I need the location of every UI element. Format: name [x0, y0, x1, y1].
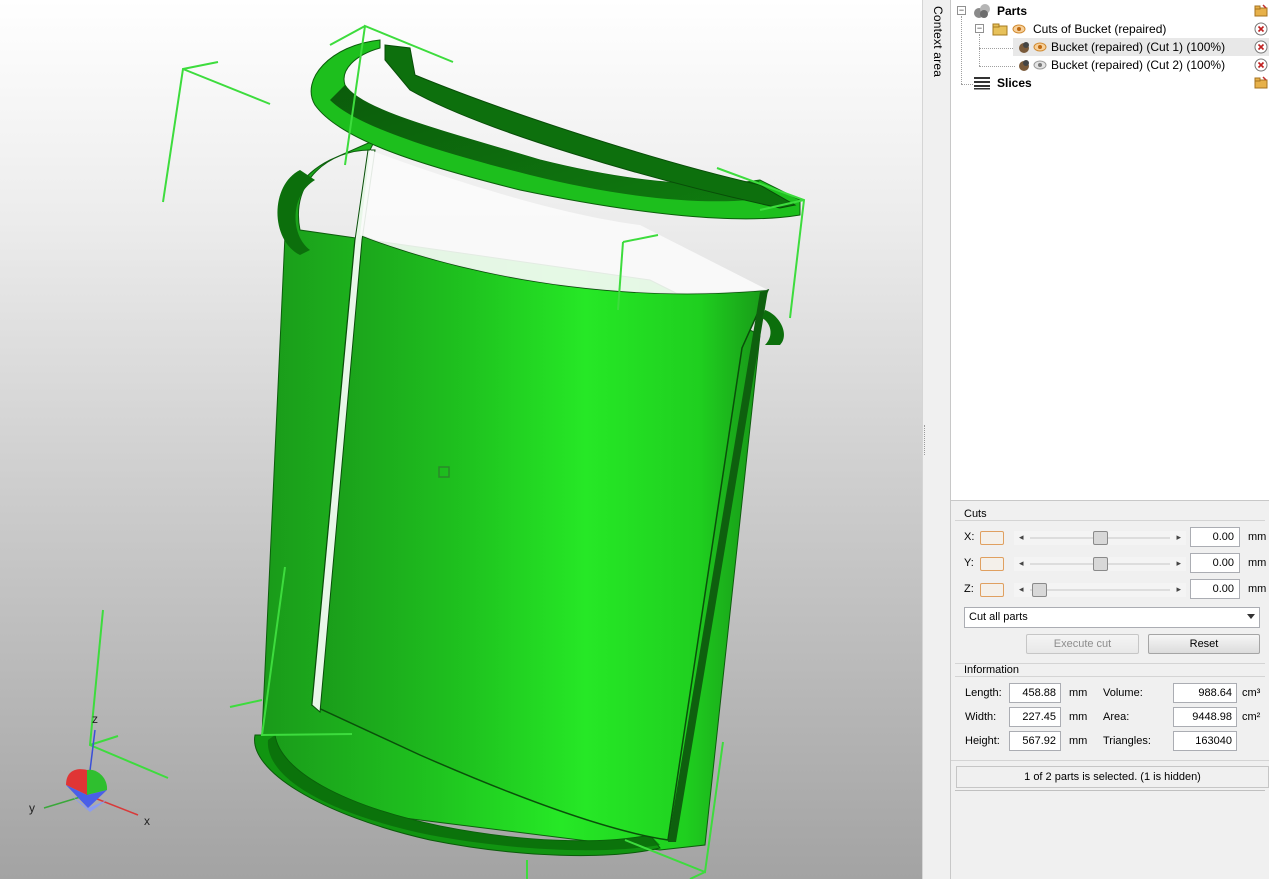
- eye-icon[interactable]: [1012, 22, 1026, 36]
- cut-z-slider[interactable]: ◂ ▸: [1014, 583, 1186, 597]
- execute-cut-button[interactable]: Execute cut: [1026, 634, 1139, 654]
- cut-z-unit: mm: [1248, 583, 1267, 595]
- cut-z-label: Z:: [964, 583, 974, 595]
- folder-icon: [992, 23, 1008, 36]
- cuts-title: Cuts: [964, 508, 990, 520]
- tree-item-slices[interactable]: Slices: [951, 74, 1269, 92]
- slider-thumb[interactable]: [1092, 557, 1108, 571]
- cut-y-color-swatch[interactable]: [980, 557, 1004, 571]
- height-label: Height:: [965, 735, 1000, 747]
- cut-mode-value: Cut all parts: [969, 611, 1028, 623]
- arrow-right-icon[interactable]: ▸: [1176, 532, 1181, 543]
- cut-y-row: Y: ◂ ▸ 0.00 mm: [964, 553, 1267, 575]
- width-unit: mm: [1069, 711, 1088, 723]
- eye-icon[interactable]: [1033, 40, 1047, 54]
- chevron-down-icon: [1247, 614, 1255, 619]
- group-separator: [955, 676, 1265, 677]
- arrow-left-icon[interactable]: ◂: [1019, 584, 1024, 595]
- cut-y-unit: mm: [1248, 557, 1267, 569]
- collapse-icon[interactable]: −: [975, 24, 984, 33]
- length-label: Length:: [965, 687, 1002, 699]
- height-value: 567.92: [1009, 731, 1061, 751]
- cut-x-unit: mm: [1248, 531, 1267, 543]
- slider-track: [1030, 589, 1170, 591]
- part-icon: [1019, 42, 1029, 53]
- cut-x-slider[interactable]: ◂ ▸: [1014, 531, 1186, 545]
- cut-z-value[interactable]: 0.00: [1190, 579, 1240, 599]
- model-scene[interactable]: z x y: [0, 0, 922, 879]
- remove-icon[interactable]: [1254, 22, 1268, 36]
- information-title: Information: [964, 664, 1023, 676]
- slider-thumb[interactable]: [1092, 531, 1108, 545]
- tree-item-label: Cuts of Bucket (repaired): [1033, 22, 1167, 36]
- width-value: 227.45: [1009, 707, 1061, 727]
- reset-button[interactable]: Reset: [1148, 634, 1260, 654]
- bucket-handle-right: [762, 310, 785, 345]
- group-separator: [955, 790, 1265, 791]
- remove-icon[interactable]: [1254, 58, 1268, 72]
- selection-status: 1 of 2 parts is selected. (1 is hidden): [956, 766, 1269, 788]
- axis-x-label: x: [144, 814, 150, 828]
- area-value: 9448.98: [1173, 707, 1237, 727]
- volume-label: Volume:: [1103, 687, 1143, 699]
- area-label: Area:: [1103, 711, 1130, 723]
- group-separator: [951, 760, 1269, 761]
- group-separator: [955, 520, 1265, 521]
- arrow-left-icon[interactable]: ◂: [1019, 532, 1024, 543]
- eye-hidden-icon[interactable]: [1033, 58, 1047, 72]
- length-value: 458.88: [1009, 683, 1061, 703]
- remove-icon[interactable]: [1254, 40, 1268, 54]
- tree-item-cuts-group[interactable]: − Cuts of Bucket (repaired): [951, 20, 1269, 38]
- volume-value: 988.64: [1173, 683, 1237, 703]
- folder-open-icon[interactable]: [1254, 4, 1268, 18]
- height-unit: mm: [1069, 735, 1088, 747]
- area-unit: cm²: [1242, 711, 1261, 723]
- cut-mode-select[interactable]: Cut all parts: [964, 607, 1260, 628]
- axis-z-label: z: [92, 712, 98, 726]
- tree-item-label: Bucket (repaired) (Cut 2) (100%): [1051, 58, 1226, 72]
- tree-item-cut-2[interactable]: Bucket (repaired) (Cut 2) (100%): [1013, 56, 1269, 74]
- axis-indicator: z x y: [29, 712, 150, 828]
- cut-x-value[interactable]: 0.00: [1190, 527, 1240, 547]
- tree-item-label: Bucket (repaired) (Cut 1) (100%): [1051, 40, 1226, 54]
- triangles-value: 163040: [1173, 731, 1237, 751]
- 3d-viewport[interactable]: z x y: [0, 0, 922, 879]
- tree-item-label: Slices: [997, 76, 1032, 90]
- folder-open-icon[interactable]: [1254, 76, 1268, 90]
- tree-item-parts[interactable]: − Parts: [951, 2, 1269, 20]
- cut-z-color-swatch[interactable]: [980, 583, 1004, 597]
- triangles-label: Triangles:: [1103, 735, 1151, 747]
- volume-unit: cm³: [1242, 687, 1261, 699]
- slices-icon: [974, 77, 990, 90]
- slider-thumb[interactable]: [1032, 583, 1047, 597]
- tree-item-label: Parts: [997, 4, 1028, 18]
- cut-x-label: X:: [964, 531, 975, 543]
- width-label: Width:: [965, 711, 997, 723]
- axis-y-label: y: [29, 801, 35, 815]
- collapse-icon[interactable]: −: [957, 6, 966, 15]
- right-panel: − Parts − Cuts of Bucket (repaired) Buck…: [951, 0, 1269, 879]
- arrow-right-icon[interactable]: ▸: [1176, 584, 1181, 595]
- part-icon: [1019, 60, 1029, 71]
- arrow-right-icon[interactable]: ▸: [1176, 558, 1181, 569]
- cut-y-value[interactable]: 0.00: [1190, 553, 1240, 573]
- arrow-left-icon[interactable]: ◂: [1019, 558, 1024, 569]
- tree-item-cut-1[interactable]: Bucket (repaired) (Cut 1) (100%): [1013, 38, 1269, 56]
- length-unit: mm: [1069, 687, 1088, 699]
- tree-line: [979, 34, 980, 66]
- parts-icon: [974, 4, 990, 18]
- splitter-grip[interactable]: [924, 425, 927, 455]
- cut-y-slider[interactable]: ◂ ▸: [1014, 557, 1186, 571]
- cut-x-color-swatch[interactable]: [980, 531, 1004, 545]
- cut-x-row: X: ◂ ▸ 0.00 mm: [964, 527, 1267, 549]
- cut-z-row: Z: ◂ ▸ 0.00 mm: [964, 579, 1267, 601]
- tree-line: [979, 48, 1015, 49]
- parts-tree[interactable]: − Parts − Cuts of Bucket (repaired) Buck…: [951, 0, 1269, 501]
- tree-line: [979, 66, 1015, 67]
- context-area-label[interactable]: Context area: [931, 6, 945, 77]
- cut-y-label: Y:: [964, 557, 974, 569]
